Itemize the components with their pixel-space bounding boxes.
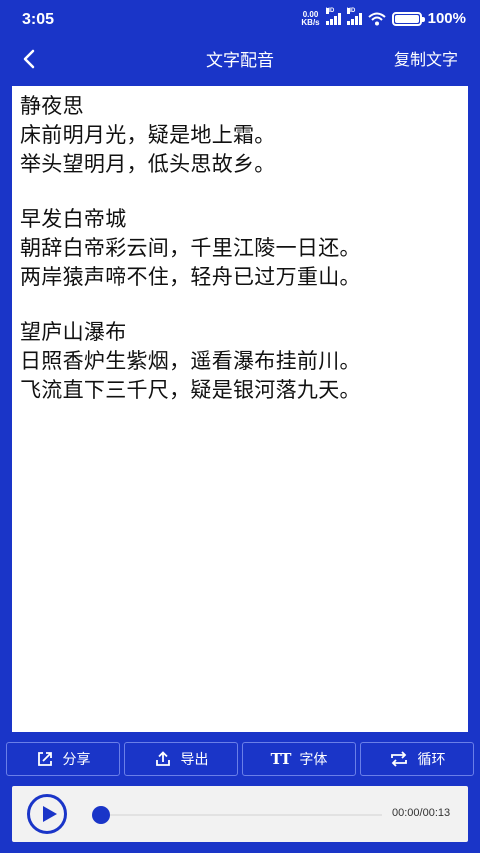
status-icons: 0.00 KB/s HD HD 100% [301, 8, 466, 27]
signal-icon: HD [325, 8, 341, 25]
poem: 早发白帝城 朝辞白帝彩云间，千里江陵一日还。 两岸猿声啼不住，轻舟已过万重山。 [20, 205, 460, 292]
export-button[interactable]: 导出 [124, 742, 238, 776]
poem-line: 朝辞白帝彩云间，千里江陵一日还。 [20, 236, 361, 260]
font-label: 字体 [299, 752, 328, 768]
poem-line: 举头望明月，低头思故乡。 [20, 152, 276, 176]
poem: 望庐山瀑布 日照香炉生紫烟，遥看瀑布挂前川。 飞流直下三千尺，疑是银河落九天。 [20, 318, 460, 405]
audio-player: 00:00/00:13 [12, 786, 468, 842]
progress-slider[interactable] [92, 806, 382, 824]
upload-icon [155, 751, 170, 766]
signal-hd-label: HD [325, 8, 335, 14]
signal-icon-2: HD [346, 8, 362, 25]
font-button[interactable]: TT 字体 [242, 742, 356, 776]
wifi-icon [367, 12, 386, 25]
poem-title: 静夜思 [20, 94, 84, 118]
progress-handle[interactable] [92, 806, 110, 824]
network-speed-unit: KB/s [301, 17, 320, 27]
battery-percent: 100% [427, 10, 466, 27]
poem-line: 两岸猿声啼不住，轻舟已过万重山。 [20, 265, 361, 289]
play-button[interactable] [27, 794, 67, 834]
playback-time: 00:00/00:13 [392, 807, 451, 819]
poem: 静夜思 床前明月光，疑是地上霜。 举头望明月，低头思故乡。 [20, 92, 460, 179]
loop-label: 循环 [417, 752, 446, 768]
export-label: 导出 [180, 752, 209, 768]
loop-button[interactable]: 循环 [360, 742, 474, 776]
status-bar: 3:05 0.00 KB/s HD HD 100% [0, 0, 480, 42]
action-toolbar: 分享 导出 TT 字体 循环 [6, 742, 474, 776]
battery-icon [391, 11, 425, 26]
copy-text-button[interactable]: 复制文字 [394, 46, 458, 70]
nav-bar: 文字配音 复制文字 [0, 42, 480, 76]
poem-title: 望庐山瀑布 [20, 320, 127, 344]
loop-icon [390, 751, 407, 767]
font-size-icon: TT [270, 750, 292, 768]
share-icon [37, 752, 52, 766]
battery-fill [394, 14, 419, 23]
poem-line: 飞流直下三千尺，疑是银河落九天。 [20, 378, 361, 402]
share-label: 分享 [62, 752, 91, 768]
poem-line: 日照香炉生紫烟，遥看瀑布挂前川。 [20, 349, 361, 373]
status-time: 3:05 [22, 11, 55, 28]
network-speed: 0.00 KB/s [301, 10, 320, 27]
poem-title: 早发白帝城 [20, 207, 127, 231]
text-content-area[interactable]: 静夜思 床前明月光，疑是地上霜。 举头望明月，低头思故乡。 早发白帝城 朝辞白帝… [12, 86, 468, 732]
poem-line: 床前明月光，疑是地上霜。 [20, 123, 276, 147]
signal-hd-label-2: HD [346, 8, 356, 14]
share-button[interactable]: 分享 [6, 742, 120, 776]
